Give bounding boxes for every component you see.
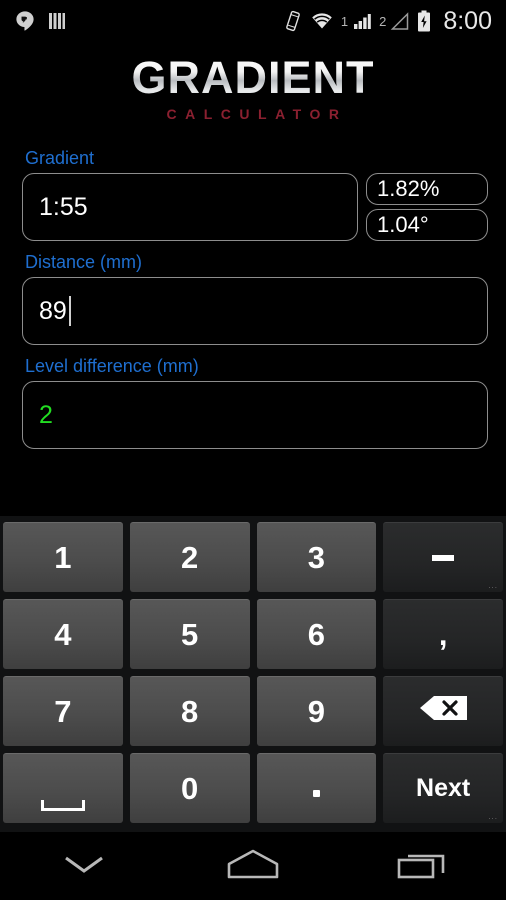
key-4[interactable]: 4 [3,599,123,669]
gradient-input-value: 1:55 [39,192,88,221]
gradient-results: 1.82% 1.04° [366,173,488,241]
key-next-hint: ... [488,812,498,821]
key-9-label: 9 [307,693,325,729]
space-icon [40,800,85,811]
key-minus-hint: ... [488,581,498,590]
chevron-down-icon [60,849,108,884]
key-1[interactable]: 1 [3,522,123,592]
key-period[interactable] [256,753,377,823]
keyboard-row: 7 8 9 [3,676,503,746]
level-difference-value: 2 [39,400,53,429]
sim1-label: 1 [340,13,349,29]
calculator-form: Gradient 1:55 1.82% 1.04° Distance (mm) [0,148,506,460]
status-bar-clock: 8:00 [443,6,492,35]
period-icon [312,790,320,797]
field-level-difference: Level difference (mm) 2 [0,356,506,449]
key-space[interactable] [3,753,123,823]
wifi-icon [310,11,334,31]
nav-home-button[interactable] [198,832,308,900]
gradient-degrees-box[interactable]: 1.04° [366,209,488,241]
backspace-icon [417,694,469,730]
system-navigation-bar [0,832,506,900]
key-9[interactable]: 9 [256,676,377,746]
key-4-label: 4 [54,616,72,652]
key-backspace[interactable] [383,676,503,746]
key-2-label: 2 [181,539,199,575]
gradient-degrees-value: 1.04° [377,212,429,237]
gradient-percent-value: 1.82% [377,176,440,201]
vibrate-icon [283,9,303,33]
text-cursor [68,296,71,326]
key-comma-label: , [438,616,448,652]
key-8[interactable]: 8 [129,676,250,746]
key-minus[interactable]: ... [383,522,503,592]
status-bar-left-icons [0,10,66,32]
signal-sim1-icon [352,11,372,31]
distance-input-value: 89 [39,296,67,325]
level-difference-input[interactable]: 2 [22,381,488,449]
field-distance: Distance (mm) 89 [0,252,506,345]
key-5[interactable]: 5 [129,599,250,669]
app-title: GRADIENT [0,52,506,104]
home-icon [224,847,282,886]
app-subtitle: CALCULATOR [166,106,348,122]
key-6[interactable]: 6 [256,599,377,669]
distance-input[interactable]: 89 [22,277,488,345]
keyboard-row: 1 2 3 ... [3,522,503,592]
field-label-gradient: Gradient [25,148,95,168]
nav-recents-button[interactable] [367,832,477,900]
keyboard-row: 0 Next ... [3,753,503,823]
key-0-label: 0 [181,770,199,806]
status-bar: 1 2 8:00 [0,0,506,42]
key-1-label: 1 [54,539,72,575]
numeric-keyboard: 1 2 3 ... 4 5 6 , 7 8 9 0 Next ... [0,516,506,832]
key-comma[interactable]: , [383,599,503,669]
key-8-label: 8 [181,693,199,729]
field-label-level-difference: Level difference (mm) [25,356,199,376]
gradient-percent-box[interactable]: 1.82% [366,173,488,205]
key-7[interactable]: 7 [3,676,123,746]
field-gradient: Gradient 1:55 1.82% 1.04° [0,148,506,241]
app-screen: 1 2 8:00 GRADIENT CALCULATOR Gradient 1:… [0,0,506,900]
status-bar-right-icons: 1 2 8:00 [283,7,506,36]
keyboard-row: 4 5 6 , [3,599,503,669]
key-next-label: Next [416,774,471,802]
hangouts-icon [14,10,36,32]
gradient-input[interactable]: 1:55 [22,173,358,241]
key-3-label: 3 [307,539,325,575]
key-next[interactable]: Next ... [383,753,503,823]
nav-hide-keyboard-button[interactable] [29,832,139,900]
key-3[interactable]: 3 [256,522,377,592]
battery-charging-icon [417,10,431,32]
signal-sim2-icon [390,11,410,31]
sim2-label: 2 [379,13,387,29]
key-7-label: 7 [54,693,72,729]
key-6-label: 6 [307,616,325,652]
recents-icon [395,847,449,886]
key-2[interactable]: 2 [129,522,250,592]
key-5-label: 5 [181,616,199,652]
key-0[interactable]: 0 [129,753,250,823]
app-header: GRADIENT CALCULATOR [0,52,506,122]
bars-icon [48,11,66,31]
field-label-distance: Distance (mm) [25,252,143,272]
minus-icon [432,554,455,561]
